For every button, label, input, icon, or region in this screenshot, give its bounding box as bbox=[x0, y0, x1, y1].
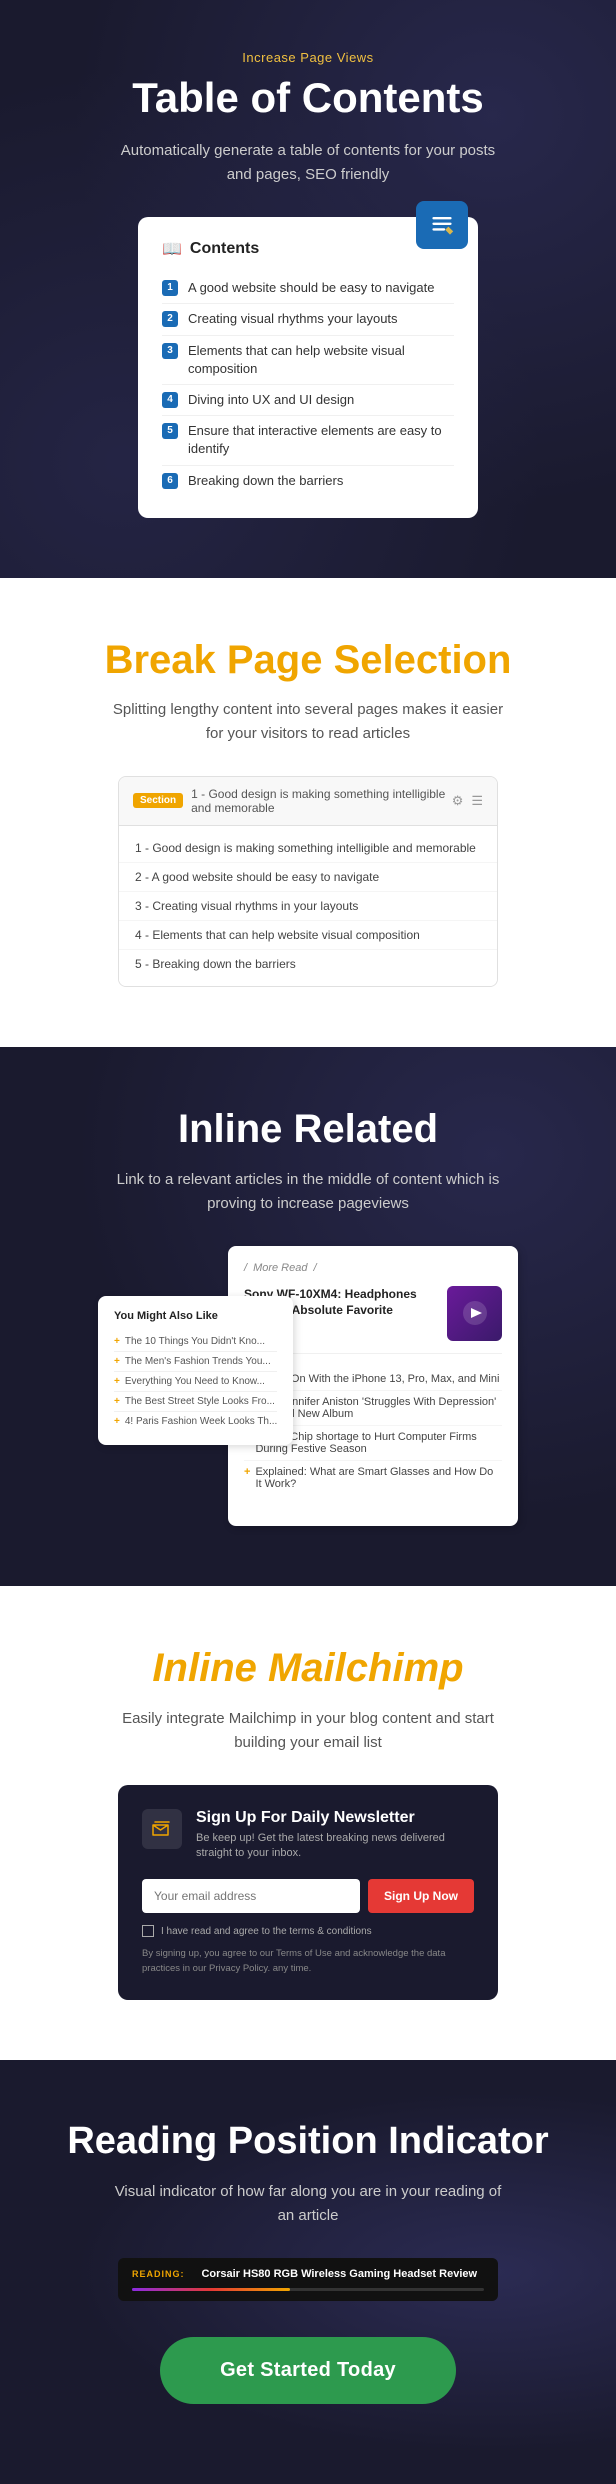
bps-icons: ⚙ ☰ bbox=[452, 793, 483, 809]
mc-checkbox[interactable] bbox=[142, 1925, 154, 1937]
rpi-reading-label: READING: bbox=[132, 2269, 185, 2279]
bps-header-text: 1 - Good design is making something inte… bbox=[191, 787, 452, 815]
mc-fine-print: By signing up, you agree to our Terms of… bbox=[142, 1947, 474, 1976]
rpi-bar-wrapper: READING: Corsair HS80 RGB Wireless Gamin… bbox=[118, 2258, 498, 2301]
toc-items-list: 1 A good website should be easy to navig… bbox=[162, 273, 454, 496]
toc-num-1: 1 bbox=[162, 280, 178, 296]
ir-sidebar-item-5: 4! Paris Fashion Week Looks Th... bbox=[114, 1412, 277, 1431]
rpi-bar: READING: Corsair HS80 RGB Wireless Gamin… bbox=[118, 2258, 498, 2301]
toc-section: Increase Page Views Table of Contents Au… bbox=[0, 0, 616, 578]
bps-list-item-1: 1 - Good design is making something inte… bbox=[119, 834, 497, 863]
rpi-progress-track bbox=[132, 2288, 484, 2291]
toc-item-5: 5 Ensure that interactive elements are e… bbox=[162, 416, 454, 465]
toc-num-5: 5 bbox=[162, 423, 178, 439]
toc-card-header: 📖 Contents bbox=[162, 239, 454, 259]
rpi-top-row: READING: Corsair HS80 RGB Wireless Gamin… bbox=[132, 2268, 484, 2280]
cta-button[interactable]: Get Started Today bbox=[160, 2337, 456, 2404]
toc-label: Increase Page Views bbox=[40, 50, 576, 65]
mailchimp-widget: Sign Up For Daily Newsletter Be keep up!… bbox=[118, 1785, 498, 2000]
toc-card: 📖 Contents 1 A good website should be ea… bbox=[138, 217, 478, 518]
mailchimp-section: Inline Mailchimp Easily integrate Mailch… bbox=[0, 1586, 616, 2060]
ir-sidebar: You Might Also Like The 10 Things You Di… bbox=[98, 1296, 293, 1445]
section-badge: Section bbox=[133, 793, 183, 808]
toc-item-6: 6 Breaking down the barriers bbox=[162, 466, 454, 496]
toc-num-3: 3 bbox=[162, 343, 178, 359]
bps-list-item-5: 5 - Breaking down the barriers bbox=[119, 950, 497, 978]
toc-num-4: 4 bbox=[162, 392, 178, 408]
mc-header: Sign Up For Daily Newsletter Be keep up!… bbox=[142, 1809, 474, 1862]
toc-item-2: 2 Creating visual rhythms your layouts bbox=[162, 304, 454, 335]
toc-title: Table of Contents bbox=[40, 75, 576, 121]
ir-featured-image bbox=[447, 1286, 502, 1341]
bps-list-item-2: 2 - A good website should be easy to nav… bbox=[119, 863, 497, 892]
mc-submit-button[interactable]: Sign Up Now bbox=[368, 1879, 474, 1913]
bps-section: Break Page Selection Splitting lengthy c… bbox=[0, 578, 616, 1047]
ir-sidebar-item-4: The Best Street Style Looks Fro... bbox=[114, 1392, 277, 1412]
bps-settings-icon: ⚙ bbox=[452, 793, 464, 809]
rpi-section: Reading Position Indicator Visual indica… bbox=[0, 2060, 616, 2484]
ir-sidebar-title: You Might Also Like bbox=[114, 1310, 277, 1322]
rpi-description: Visual indicator of how far along you ar… bbox=[108, 2180, 508, 2228]
ir-sidebar-item-2: The Men's Fashion Trends You... bbox=[114, 1352, 277, 1372]
ir-section: Inline Related Link to a relevant articl… bbox=[0, 1047, 616, 1586]
ir-sidebar-item-3: Everything You Need to Know... bbox=[114, 1372, 277, 1392]
bps-description: Splitting lengthy content into several p… bbox=[108, 698, 508, 746]
toc-item-4: 4 Diving into UX and UI design bbox=[162, 385, 454, 416]
toc-item-text-2: Creating visual rhythms your layouts bbox=[188, 310, 398, 328]
bps-header: Section 1 - Good design is making someth… bbox=[119, 777, 497, 826]
mc-checkbox-label: I have read and agree to the terms & con… bbox=[161, 1926, 372, 1937]
ir-container: You Might Also Like The 10 Things You Di… bbox=[98, 1246, 518, 1526]
bps-title: Break Page Selection bbox=[40, 638, 576, 682]
toc-item-text-4: Diving into UX and UI design bbox=[188, 391, 354, 409]
toc-item-text-3: Elements that can help website visual co… bbox=[188, 342, 454, 378]
mc-widget-title: Sign Up For Daily Newsletter bbox=[196, 1809, 474, 1827]
bps-list-item-4: 4 - Elements that can help website visua… bbox=[119, 921, 497, 950]
rpi-title: Reading Position Indicator bbox=[40, 2120, 576, 2164]
bps-header-left: Section 1 - Good design is making someth… bbox=[133, 787, 452, 815]
book-icon: 📖 bbox=[162, 239, 182, 259]
toc-num-2: 2 bbox=[162, 311, 178, 327]
mailchimp-description: Easily integrate Mailchimp in your blog … bbox=[108, 1707, 508, 1755]
toc-item-1: 1 A good website should be easy to navig… bbox=[162, 273, 454, 304]
ir-title: Inline Related bbox=[40, 1107, 576, 1152]
mc-widget-subtitle: Be keep up! Get the latest breaking news… bbox=[196, 1831, 474, 1862]
toc-item-text-6: Breaking down the barriers bbox=[188, 472, 343, 490]
bps-list: 1 - Good design is making something inte… bbox=[119, 826, 497, 986]
ir-sidebar-item-1: The 10 Things You Didn't Kno... bbox=[114, 1332, 277, 1352]
ir-more-read-label: More Read bbox=[244, 1262, 502, 1274]
bps-menu-icon: ☰ bbox=[471, 793, 483, 809]
mc-email-input[interactable] bbox=[142, 1879, 360, 1913]
toc-badge-icon bbox=[416, 201, 468, 249]
mailchimp-title: Inline Mailchimp bbox=[40, 1646, 576, 1691]
mc-email-row[interactable]: Sign Up Now bbox=[142, 1879, 474, 1913]
rpi-progress-fill bbox=[132, 2288, 290, 2291]
toc-item-text-1: A good website should be easy to navigat… bbox=[188, 279, 434, 297]
toc-num-6: 6 bbox=[162, 473, 178, 489]
mc-header-text: Sign Up For Daily Newsletter Be keep up!… bbox=[196, 1809, 474, 1862]
ir-description: Link to a relevant articles in the middl… bbox=[108, 1168, 508, 1216]
rpi-article-title: Corsair HS80 RGB Wireless Gaming Headset… bbox=[195, 2268, 485, 2280]
toc-item-3: 3 Elements that can help website visual … bbox=[162, 336, 454, 385]
toc-item-text-5: Ensure that interactive elements are eas… bbox=[188, 422, 454, 458]
mc-icon bbox=[142, 1809, 182, 1849]
bps-list-item-3: 3 - Creating visual rhythms in your layo… bbox=[119, 892, 497, 921]
bps-widget: Section 1 - Good design is making someth… bbox=[118, 776, 498, 987]
ir-link-4: Explained: What are Smart Glasses and Ho… bbox=[244, 1461, 502, 1495]
toc-card-title: Contents bbox=[190, 240, 259, 258]
mc-checkbox-row: I have read and agree to the terms & con… bbox=[142, 1925, 474, 1937]
toc-description: Automatically generate a table of conten… bbox=[108, 139, 508, 187]
